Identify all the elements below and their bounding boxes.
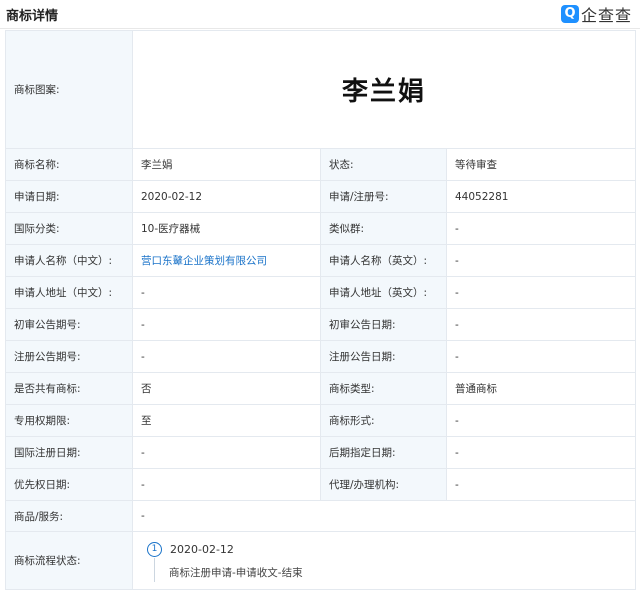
trademark-image-text: 李兰娟 <box>341 77 426 107</box>
field-label: 注册公告日期: <box>320 340 447 373</box>
step-number-icon: 1 <box>147 541 162 557</box>
table-row: 申请人名称（中文）: 营口东鼙企业策划有限公司 申请人名称（英文）: - <box>5 244 636 277</box>
field-value: 44052281 <box>446 180 636 213</box>
flow-status-cell: 1 2020-02-12 商标注册申请-申请收文-结束 <box>132 531 636 590</box>
field-value: - <box>446 404 636 437</box>
table-row: 国际注册日期: - 后期指定日期: - <box>5 436 636 469</box>
timeline-line <box>154 557 155 582</box>
field-value: - <box>446 340 636 373</box>
table-row: 注册公告期号: - 注册公告日期: - <box>5 340 636 373</box>
field-value: 2020-02-12 <box>132 180 321 213</box>
field-label: 状态: <box>320 148 447 181</box>
field-label: 国际分类: <box>5 212 133 245</box>
trademark-image-row: 商标图案: 李兰娟 <box>5 30 636 149</box>
field-label: 商标形式: <box>320 404 447 437</box>
field-value: - <box>446 276 636 309</box>
field-value: 等待审查 <box>446 148 636 181</box>
table-row: 商标名称: 李兰娟 状态: 等待审查 <box>5 148 636 181</box>
field-label: 后期指定日期: <box>320 436 447 469</box>
field-label: 是否共有商标: <box>5 372 133 405</box>
field-value: - <box>132 308 321 341</box>
field-value: - <box>446 468 636 501</box>
brand-logo-group[interactable]: Q 企查查 <box>560 2 632 26</box>
table-row: 专用权期限: 至 商标形式: - <box>5 404 636 437</box>
field-label: 申请人地址（中文）: <box>5 276 133 309</box>
field-label: 商标名称: <box>5 148 133 181</box>
field-value: 否 <box>132 372 321 405</box>
field-label: 申请人名称（中文）: <box>5 244 133 277</box>
goods-services-value: - <box>132 500 636 532</box>
qichacha-logo-icon: Q <box>560 5 579 23</box>
field-value: 10-医疗器械 <box>132 212 321 245</box>
field-label: 初审公告日期: <box>320 308 447 341</box>
flow-timeline: 1 2020-02-12 商标注册申请-申请收文-结束 <box>141 541 627 582</box>
field-label: 申请/注册号: <box>320 180 447 213</box>
flow-status-label: 商标流程状态: <box>5 531 133 590</box>
field-label: 申请日期: <box>5 180 133 213</box>
field-label: 国际注册日期: <box>5 436 133 469</box>
field-value: - <box>132 468 321 501</box>
table-row: 优先权日期: - 代理/办理机构: - <box>5 468 636 501</box>
field-value: - <box>446 436 636 469</box>
field-value: - <box>132 276 321 309</box>
trademark-image: 李兰娟 <box>132 30 636 149</box>
field-label: 代理/办理机构: <box>320 468 447 501</box>
field-label: 申请人名称（英文）: <box>320 244 447 277</box>
field-value: - <box>446 244 636 277</box>
field-value: - <box>132 340 321 373</box>
field-label: 商标类型: <box>320 372 447 405</box>
trademark-detail-table: 商标图案: 李兰娟 商标名称: 李兰娟 状态: 等待审查 申请日期: 2020-… <box>5 30 636 590</box>
field-value: - <box>132 436 321 469</box>
table-row: 初审公告期号: - 初审公告日期: - <box>5 308 636 341</box>
field-label: 注册公告期号: <box>5 340 133 373</box>
table-row: 国际分类: 10-医疗器械 类似群: - <box>5 212 636 245</box>
field-label: 类似群: <box>320 212 447 245</box>
flow-step-description: 商标注册申请-申请收文-结束 <box>169 566 303 579</box>
field-value: 普通商标 <box>446 372 636 405</box>
field-value: 李兰娟 <box>132 148 321 181</box>
field-label: 申请人地址（英文）: <box>320 276 447 309</box>
flow-step-date: 2020-02-12 <box>170 542 234 556</box>
table-row: 申请人地址（中文）: - 申请人地址（英文）: - <box>5 276 636 309</box>
field-value: - <box>446 212 636 245</box>
page-title: 商标详情 <box>6 9 59 24</box>
brand-name: 企查查 <box>580 6 632 25</box>
field-label: 优先权日期: <box>5 468 133 501</box>
applicant-name-link[interactable]: 营口东鼙企业策划有限公司 <box>141 255 267 267</box>
flow-step: 1 2020-02-12 <box>147 541 627 557</box>
trademark-image-label: 商标图案: <box>5 30 133 149</box>
table-row: 是否共有商标: 否 商标类型: 普通商标 <box>5 372 636 405</box>
field-value: - <box>446 308 636 341</box>
applicant-name-cell: 营口东鼙企业策划有限公司 <box>132 244 321 277</box>
table-row: 申请日期: 2020-02-12 申请/注册号: 44052281 <box>5 180 636 213</box>
field-value: 至 <box>132 404 321 437</box>
goods-services-label: 商品/服务: <box>5 500 133 532</box>
goods-services-row: 商品/服务: - <box>5 500 636 532</box>
flow-status-row: 商标流程状态: 1 2020-02-12 商标注册申请-申请收文-结束 <box>5 531 636 590</box>
field-label: 初审公告期号: <box>5 308 133 341</box>
field-label: 专用权期限: <box>5 404 133 437</box>
page-header: 商标详情 Q 企查查 <box>0 0 640 29</box>
